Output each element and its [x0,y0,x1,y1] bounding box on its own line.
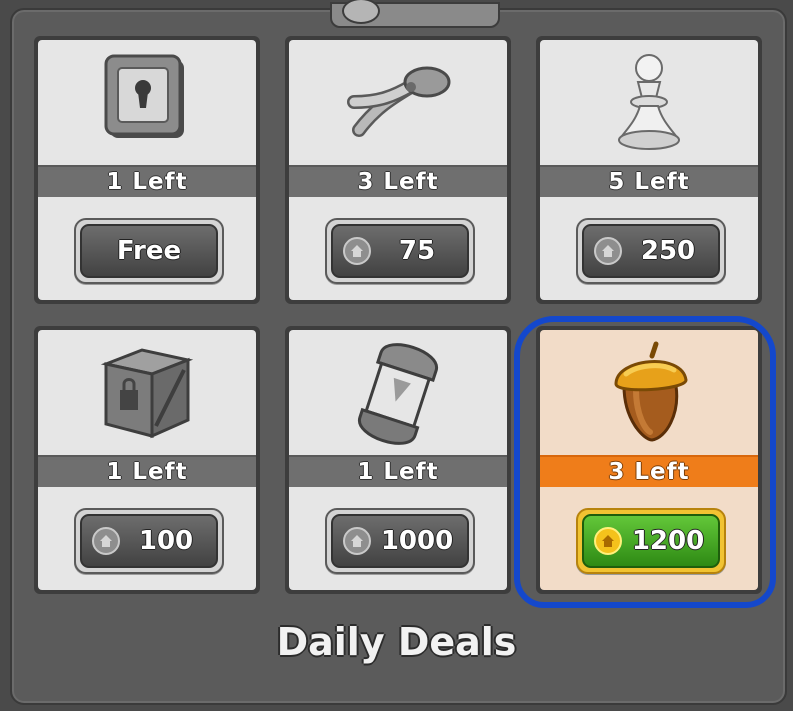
deal-remaining-band: 1 Left [289,455,507,487]
safe-icon [38,40,256,163]
deal-card-capsule[interactable]: 1 Left 1000 [285,326,511,594]
coin-house-icon [594,237,622,265]
deal-card-crate[interactable]: 1 Left 100 [34,326,260,594]
deal-card-body: 3 Left 75 [289,40,507,300]
buy-button[interactable]: 75 [325,218,475,284]
pawn-icon [540,40,758,163]
pliers-icon [289,40,507,163]
button-face: Free [80,224,218,278]
crate-icon [38,330,256,453]
selection-highlight [514,316,776,608]
deal-remaining-label: 1 Left [106,169,188,195]
claim-free-button[interactable]: Free [74,218,224,284]
panel-title: Daily Deals [276,620,517,664]
deal-card-body: 1 Left 1000 [289,330,507,590]
buy-button[interactable]: 100 [74,508,224,574]
deal-card-body: 1 Left 100 [38,330,256,590]
capsule-icon [289,330,507,453]
deal-remaining-label: 5 Left [608,169,690,195]
coin-house-icon [343,527,371,555]
price-label: 100 [138,526,194,556]
button-face: 100 [80,514,218,568]
button-face: 1000 [331,514,469,568]
deal-card-body: 1 Left Free [38,40,256,300]
deal-card-body: 5 Left 250 [540,40,758,300]
deal-remaining-label: 3 Left [357,169,439,195]
button-face: 75 [331,224,469,278]
deal-card-safe[interactable]: 1 Left Free [34,36,260,304]
price-label: 250 [640,236,696,266]
price-label: 1000 [380,526,454,556]
price-label: Free [116,236,182,266]
deal-remaining-band: 1 Left [38,455,256,487]
deal-remaining-label: 1 Left [357,459,439,485]
coin-house-icon [343,237,371,265]
deal-remaining-band: 3 Left [289,165,507,197]
buy-button[interactable]: 1000 [325,508,475,574]
deal-card-pliers[interactable]: 3 Left 75 [285,36,511,304]
deal-remaining-label: 1 Left [106,459,188,485]
price-label: 75 [398,236,436,266]
daily-deals-panel: 1 Left Free 3 Left 75 5 Left 250 1 Left … [0,0,793,711]
deal-remaining-band: 1 Left [38,165,256,197]
button-face: 250 [582,224,720,278]
deal-card-pawn[interactable]: 5 Left 250 [536,36,762,304]
coin-house-icon [92,527,120,555]
deal-remaining-band: 5 Left [540,165,758,197]
top-handle-tab[interactable] [330,0,500,28]
handle-knob-icon [342,0,380,24]
buy-button[interactable]: 250 [576,218,726,284]
